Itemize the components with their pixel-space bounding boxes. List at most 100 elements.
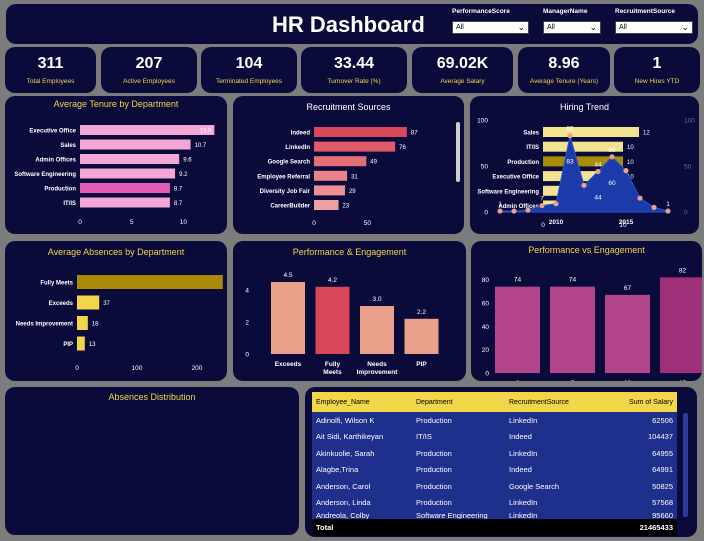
kpi-value: 33.44: [333, 55, 375, 72]
tenure-panel: Average Tenure by Department Executive O…: [5, 96, 227, 234]
category-label: 5: [571, 380, 575, 381]
table-cell: Andreola, Colby: [316, 511, 370, 519]
category-label: Indeed: [291, 131, 311, 137]
tick-label: 100: [477, 118, 488, 125]
data-label: 74: [569, 277, 577, 284]
table-header: Employee_Name Department RecruitmentSour…: [312, 392, 677, 412]
tick-label: 100: [132, 365, 143, 372]
filter-recruitment-source[interactable]: RecruitmentSource All ⌄: [615, 8, 693, 34]
tick-label: 0: [75, 365, 79, 372]
bar: [80, 139, 191, 150]
table-cell: Anderson, Linda: [316, 498, 371, 508]
table-cell: Software Engineering: [416, 511, 488, 519]
data-label: 60: [608, 147, 616, 154]
category-label: Sales: [60, 143, 76, 149]
kpi-label: Terminated Employees: [215, 78, 283, 85]
filter-value: All: [456, 24, 464, 31]
chevron-down-icon: ⌄: [681, 22, 689, 32]
column-header[interactable]: Sum of Salary: [613, 399, 677, 406]
data-label: 31: [351, 174, 358, 180]
bar: [77, 295, 100, 310]
tick-label: 0: [78, 219, 82, 226]
category-label: Exceeds: [49, 301, 74, 307]
data-point: [581, 182, 587, 188]
table-cell: 64955: [652, 448, 673, 458]
category-label: Executive Office: [492, 175, 539, 181]
table-cell: 64991: [652, 465, 673, 475]
category-label: Executive Office: [29, 129, 76, 135]
bar: [80, 183, 170, 193]
data-point: [567, 133, 573, 139]
data-label: 37: [103, 301, 110, 307]
table-cell: 57568: [652, 498, 673, 508]
tick-label: 60: [482, 301, 490, 308]
table-total-row: Total 21465433: [312, 519, 677, 536]
kpi-label: Average Tenure (Years): [529, 78, 599, 85]
filter-manager-name[interactable]: ManagerName All ⌄: [543, 8, 601, 34]
absences-panel: Average Absences by Department Fully Mee…: [5, 241, 227, 381]
recruitment-scrollbar[interactable]: [456, 122, 460, 182]
filter-performance-score[interactable]: PerformanceScore All ⌄: [452, 8, 529, 34]
table-cell: Adinolfi, Wilson K: [316, 415, 375, 425]
filter-value: All: [619, 24, 627, 31]
data-label: 1: [498, 201, 502, 208]
table-cell: 62506: [652, 415, 673, 425]
column-header[interactable]: Department: [412, 399, 505, 406]
bar: [495, 286, 540, 373]
employee-table[interactable]: Employee_Name Department RecruitmentSour…: [312, 392, 677, 536]
table-cell: LinkedIn: [509, 415, 538, 425]
column-header[interactable]: Employee_Name: [312, 399, 412, 406]
hiring-chart: Sales 12IT/IS 10Production 10Executive Offi…: [477, 118, 695, 230]
filter-dropdown[interactable]: All ⌄: [615, 21, 693, 34]
category-label: 15: [679, 380, 687, 381]
table-cell: IT/IS: [416, 432, 432, 442]
filter-dropdown[interactable]: All ⌄: [452, 21, 529, 34]
bar: [315, 286, 350, 354]
filter-dropdown[interactable]: All ⌄: [543, 21, 601, 34]
category-label: Improvement: [357, 369, 399, 376]
data-label: 10.7: [195, 143, 207, 149]
tick-label: 40: [482, 324, 490, 331]
table-row[interactable]: Akinkuolie, Sarah Production LinkedIn 64955: [312, 445, 677, 462]
table-cell: Google Search: [509, 481, 560, 491]
table-body: Adinolfi, Wilson K Production LinkedIn 6250…: [312, 412, 677, 519]
table-cell: Production: [416, 498, 452, 508]
data-label: 83: [566, 159, 574, 166]
column-header[interactable]: RecruitmentSource: [505, 399, 613, 406]
data-label: 9.2: [179, 172, 188, 178]
bar: [314, 127, 407, 137]
table-scrollbar[interactable]: [683, 413, 688, 517]
data-label: 3.0: [372, 296, 381, 303]
data-label: 60: [608, 180, 616, 187]
tenure-chart: Executive Office 13.0 Sales 10.7 Admin Offic…: [14, 125, 215, 226]
bar: [77, 275, 223, 289]
tick-label: 0: [245, 352, 249, 359]
data-point: [623, 168, 629, 174]
table-row[interactable]: Adinolfi, Wilson K Production LinkedIn 6250…: [312, 412, 677, 429]
bar: [543, 127, 639, 137]
data-point: [651, 204, 657, 210]
table-cell: Production: [416, 481, 452, 491]
bar: [314, 185, 345, 196]
tick-label: 80: [482, 277, 490, 284]
tick-label: 2010: [549, 219, 564, 226]
table-row[interactable]: Andreola, Colby Software Engineering Linke…: [312, 511, 677, 519]
table-cell: 104437: [647, 432, 673, 442]
category-label: Software Engineering: [477, 189, 539, 195]
total-value: 21465433: [639, 522, 673, 532]
table-row[interactable]: Anderson, Carol Production Google Search 50…: [312, 478, 677, 495]
table-row[interactable]: Anderson, Linda Production LinkedIn 57568: [312, 495, 677, 512]
kpi-value: 1: [652, 55, 662, 72]
category-label: IT/IS: [526, 145, 539, 151]
table-row[interactable]: Alagbe,Trina Production Indeed 64991: [312, 462, 677, 479]
table-row[interactable]: Ait Sidi, Karthikeyan IT/IS Indeed 104437: [312, 429, 677, 446]
category-label: Google Search: [268, 160, 311, 166]
tick-label: 0: [541, 222, 545, 229]
bar: [605, 294, 650, 373]
data-label: 8.7: [174, 187, 183, 193]
tick-label: 0: [312, 220, 316, 227]
kpi-value: 8.96: [548, 55, 580, 72]
table-cell: LinkedIn: [509, 448, 538, 458]
data-label: 4.5: [283, 272, 292, 279]
category-label: Production: [507, 160, 539, 166]
